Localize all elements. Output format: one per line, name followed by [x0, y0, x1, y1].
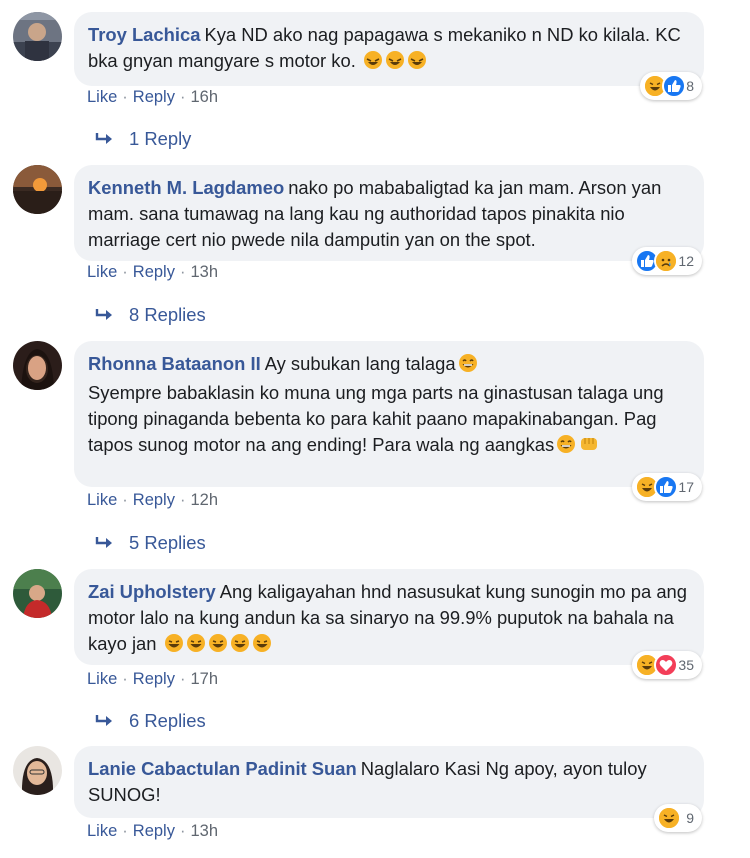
avatar[interactable]: [13, 746, 62, 795]
reply-arrow-icon: [95, 133, 112, 144]
comment-actions: Like · Reply · 13h: [87, 263, 218, 282]
comment-bubble: Kenneth M. Lagdameo nako po mababaligtad …: [74, 165, 704, 275]
view-replies-link[interactable]: 6 Replies: [95, 710, 206, 732]
author-name[interactable]: Kenneth M. Lagdameo: [88, 177, 284, 198]
reaction-count: 17: [678, 479, 694, 495]
haha-reaction-icon: [657, 806, 682, 830]
author-name[interactable]: Rhonna Bataanon II: [88, 353, 261, 374]
comment-actions: Like · Reply · 16h: [87, 88, 218, 107]
rofl-emoji: [385, 50, 405, 77]
like-link[interactable]: Like: [87, 491, 117, 509]
reaction-count: 35: [678, 657, 694, 673]
like-reaction-icon: [662, 74, 687, 98]
laughing-emoji: [556, 434, 576, 461]
avatar[interactable]: [13, 341, 62, 390]
reply-link[interactable]: Reply: [133, 88, 175, 106]
reaction-summary[interactable]: 12: [632, 247, 702, 275]
reaction-summary[interactable]: 9: [654, 804, 702, 832]
like-link[interactable]: Like: [87, 263, 117, 281]
reply-arrow-icon: [95, 537, 112, 548]
reaction-summary[interactable]: 17: [632, 473, 702, 501]
replies-count-label: 8 Replies: [129, 304, 206, 325]
reply-link[interactable]: Reply: [133, 822, 175, 840]
comment-bubble: Zai Upholstery Ang kaligayahan hnd nasusu…: [74, 569, 704, 679]
comment-bubble: Rhonna Bataanon II Ay subukan lang talaga…: [74, 341, 704, 501]
author-name[interactable]: Zai Upholstery: [88, 581, 216, 602]
replies-count-label: 5 Replies: [129, 532, 206, 553]
comment-bubble: Lanie Cabactulan Padinit Suan Naglalaro K…: [74, 746, 704, 832]
reaction-count: 12: [678, 253, 694, 269]
view-replies-link[interactable]: 5 Replies: [95, 532, 206, 554]
separator-dot: ·: [179, 822, 186, 840]
view-replies-link[interactable]: 8 Replies: [95, 304, 206, 326]
avatar[interactable]: [13, 12, 62, 61]
timestamp[interactable]: 12h: [190, 491, 218, 509]
reaction-count: 8: [686, 78, 694, 94]
laughing-emoji: [186, 633, 206, 660]
like-link[interactable]: Like: [87, 822, 117, 840]
laughing-emoji: [164, 633, 184, 660]
author-name[interactable]: Troy Lachica: [88, 24, 200, 45]
replies-count-label: 1 Reply: [129, 128, 192, 149]
sad-reaction-icon: [654, 249, 679, 273]
avatar[interactable]: [13, 165, 62, 214]
comment-bubble: Troy Lachica Kya ND ako nag papagawa s me…: [74, 12, 704, 100]
reply-link[interactable]: Reply: [133, 491, 175, 509]
author-name[interactable]: Lanie Cabactulan Padinit Suan: [88, 758, 357, 779]
laughing-emoji: [208, 633, 228, 660]
reply-link[interactable]: Reply: [133, 670, 175, 688]
reaction-count: 9: [686, 810, 694, 826]
timestamp[interactable]: 13h: [190, 263, 218, 281]
comment-actions: Like · Reply · 13h: [87, 822, 218, 841]
laughing-emoji: [458, 353, 478, 380]
comment-actions: Like · Reply · 12h: [87, 491, 218, 510]
separator-dot: ·: [179, 670, 186, 688]
love-reaction-icon: [654, 653, 679, 677]
replies-count-label: 6 Replies: [129, 710, 206, 731]
laughing-emoji: [252, 633, 272, 660]
reaction-summary[interactable]: 35: [632, 651, 702, 679]
reply-arrow-icon: [95, 715, 112, 726]
timestamp[interactable]: 13h: [190, 822, 218, 840]
fist-emoji: [578, 434, 600, 461]
separator-dot: ·: [122, 263, 128, 281]
comment-actions: Like · Reply · 17h: [87, 670, 218, 689]
separator-dot: ·: [122, 822, 128, 840]
separator-dot: ·: [122, 88, 128, 106]
like-link[interactable]: Like: [87, 670, 117, 688]
timestamp[interactable]: 17h: [190, 670, 218, 688]
separator-dot: ·: [122, 670, 128, 688]
avatar[interactable]: [13, 569, 62, 618]
rofl-emoji: [363, 50, 383, 77]
like-link[interactable]: Like: [87, 88, 117, 106]
laughing-emoji: [230, 633, 250, 660]
separator-dot: ·: [179, 263, 186, 281]
view-replies-link[interactable]: 1 Reply: [95, 128, 191, 150]
separator-dot: ·: [122, 491, 128, 509]
reply-link[interactable]: Reply: [133, 263, 175, 281]
reaction-summary[interactable]: 8: [640, 72, 702, 100]
separator-dot: ·: [179, 491, 186, 509]
rofl-emoji: [407, 50, 427, 77]
reply-arrow-icon: [95, 309, 112, 320]
timestamp[interactable]: 16h: [190, 88, 218, 106]
comment-text-line1: Ay subukan lang talaga: [264, 353, 456, 374]
like-reaction-icon: [654, 475, 679, 499]
separator-dot: ·: [179, 88, 186, 106]
